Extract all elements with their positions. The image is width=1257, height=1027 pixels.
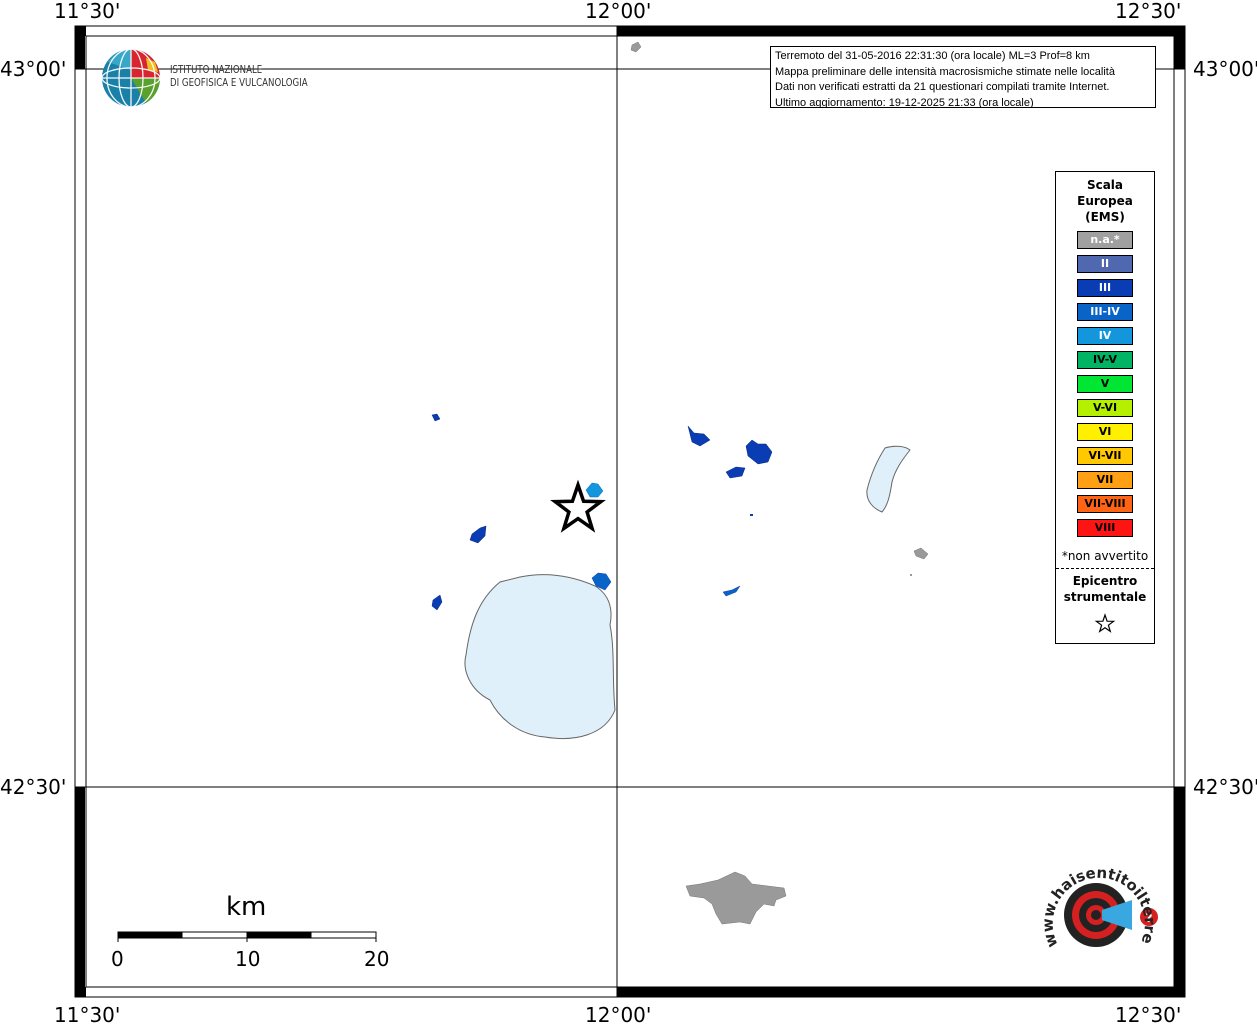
scale-bar-label-20: 20 [364, 947, 390, 971]
frame-right-bar-2 [1174, 787, 1185, 997]
scale-bar-unit: km [226, 892, 267, 922]
legend-title: Scala Europea (EMS) [1056, 177, 1154, 225]
legend-item: VI [1077, 423, 1133, 441]
legend-epicenter-label: Epicentro strumentale [1056, 573, 1154, 605]
legend-item: V-VI [1077, 399, 1133, 417]
frame-right-bar-1 [1174, 26, 1185, 69]
legend-item: II [1077, 255, 1133, 273]
info-line3: Dati non verificati estratti da 21 quest… [775, 81, 1110, 93]
legend-title-line3: (EMS) [1085, 210, 1125, 224]
legend-separator [1056, 568, 1154, 569]
legend-item: VIII [1077, 519, 1133, 537]
locality-iii-dot [750, 514, 753, 516]
scale-bar-label-10: 10 [235, 947, 261, 971]
legend-star-icon [1094, 613, 1116, 633]
legend-item: IV [1077, 327, 1133, 345]
legend-item: III [1077, 279, 1133, 297]
coord-top-right: 12°30' [1115, 0, 1182, 23]
legend-item: IV-V [1077, 351, 1133, 369]
frame-top-bar-right [617, 26, 1174, 36]
scale-bar-label-0: 0 [111, 947, 124, 971]
ingv-logo-line1: ISTITUTO NAZIONALE [170, 64, 263, 76]
coord-bottom-mid: 12°00' [585, 1003, 652, 1027]
legend-item: n.a.* [1077, 231, 1133, 249]
coord-left-lower: 42°30' [0, 775, 67, 799]
info-line4: Ultimo aggiornamento: 19-12-2025 21:33 (… [775, 96, 1034, 108]
coord-right-upper: 43°00' [1193, 57, 1257, 81]
ingv-logo-line2: DI GEOFISICA E VULCANOLOGIA [170, 77, 308, 89]
frame-bottom-bar-right [617, 987, 1174, 997]
legend-item: V [1077, 375, 1133, 393]
legend-items: n.a.* II III III-IV IV IV-V V V-VI VI VI-VII VII VI… [1056, 231, 1154, 537]
ingv-globe-icon [101, 48, 161, 108]
legend-star [1056, 613, 1154, 639]
legend-epicenter-line2: strumentale [1063, 590, 1147, 604]
legend-item: III-IV [1077, 303, 1133, 321]
coord-top-left: 11°30' [54, 0, 121, 23]
legend-item: VI-VII [1077, 447, 1133, 465]
legend-item: VII-VIII [1077, 495, 1133, 513]
legend-title-line1: Scala [1086, 178, 1124, 192]
info-line1: Terremoto del 31-05-2016 22:31:30 (ora l… [775, 50, 1090, 62]
legend-epicenter-line1: Epicentro [1072, 574, 1138, 588]
frame-left-bar-2 [75, 787, 85, 997]
coord-left-upper: 43°00' [0, 57, 67, 81]
legend-title-line2: Europea [1077, 194, 1133, 208]
legend-panel: Scala Europea (EMS) n.a.* II III III-IV IV IV… [1055, 171, 1155, 644]
ingv-logo-text: ISTITUTO NAZIONALE DI GEOFISICA E VULCAN… [170, 64, 308, 90]
coord-bottom-left: 11°30' [54, 1003, 121, 1027]
info-box: Terremoto del 31-05-2016 22:31:30 (ora l… [770, 46, 1156, 108]
info-line2: Mappa preliminare delle intensità macros… [775, 65, 1115, 78]
map-inner-frame [85, 35, 1175, 988]
coord-right-lower: 42°30' [1193, 775, 1257, 799]
legend-note: *non avvertito [1061, 549, 1149, 563]
coord-bottom-right: 12°30' [1115, 1003, 1182, 1027]
locality-grey-dot [910, 574, 912, 576]
coord-top-mid: 12°00' [585, 0, 652, 23]
legend-item: VII [1077, 471, 1133, 489]
frame-left-bar-1 [75, 26, 85, 69]
